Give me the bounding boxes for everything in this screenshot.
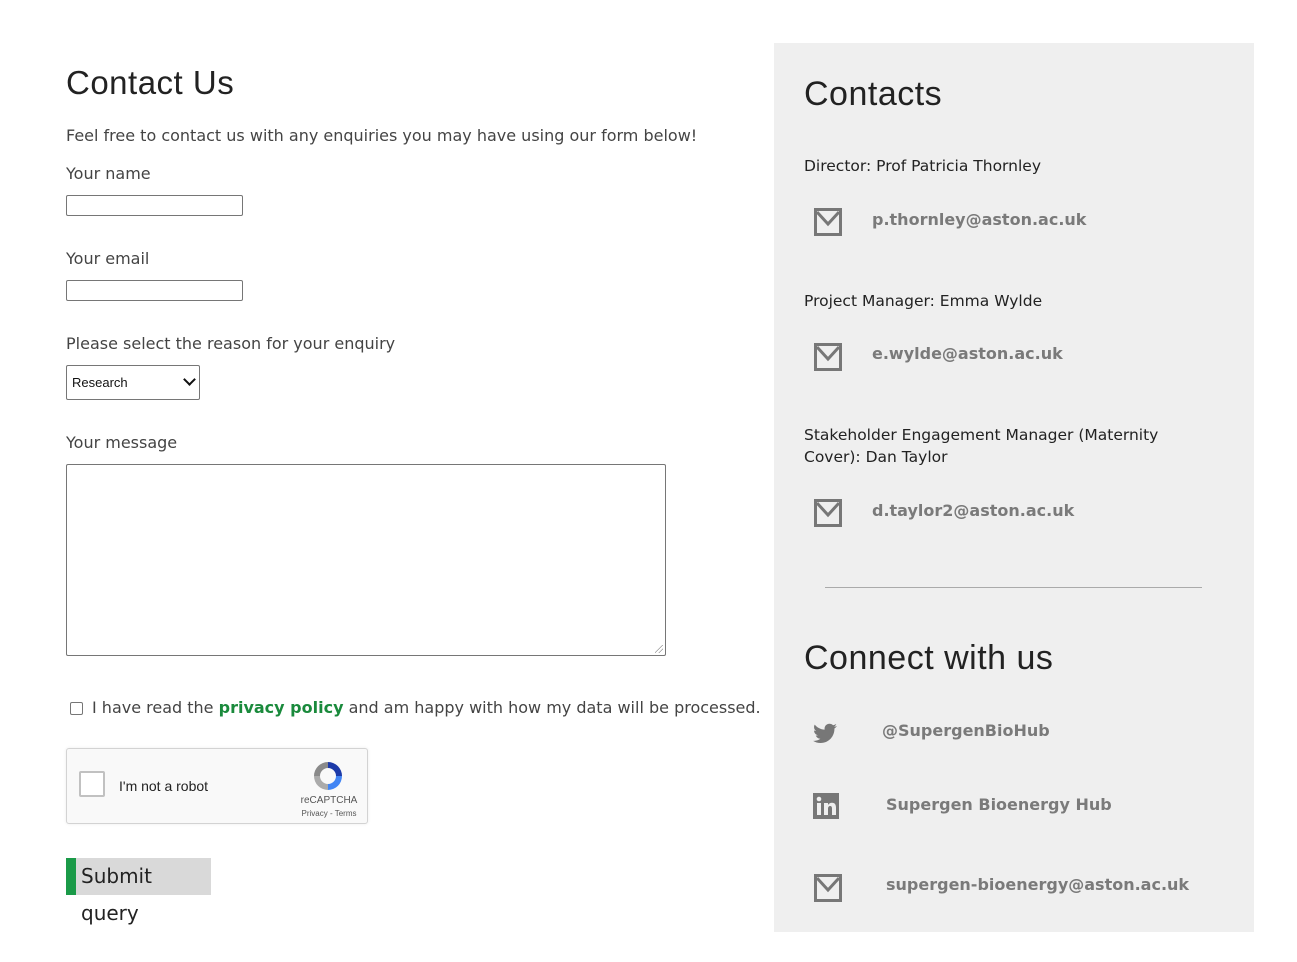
resize-handle-icon[interactable] (655, 645, 663, 653)
recaptcha-label: I'm not a robot (119, 778, 209, 794)
mail-icon (814, 208, 842, 236)
twitter-icon[interactable] (812, 721, 838, 747)
privacy-consent-row: I have read the privacy policy and am ha… (70, 698, 761, 717)
reason-select-value: Research (72, 375, 128, 390)
chevron-down-icon (183, 373, 196, 386)
contact-role-stakeholder-manager: Stakeholder Engagement Manager (Maternit… (804, 426, 1159, 466)
contacts-panel: Contacts Director: Prof Patricia Thornle… (774, 43, 1254, 932)
twitter-link[interactable]: @SupergenBioHub (882, 721, 1050, 740)
page-title: Contact Us (66, 64, 235, 101)
reason-select[interactable]: Research (66, 365, 200, 400)
linkedin-link[interactable]: Supergen Bioenergy Hub (886, 795, 1112, 814)
message-field[interactable] (66, 464, 666, 656)
director-email-link[interactable]: p.thornley@aston.ac.uk (872, 210, 1086, 229)
name-label: Your name (66, 164, 151, 183)
connect-title: Connect with us (804, 639, 1054, 677)
contact-role-project-manager: Project Manager: Emma Wylde (804, 292, 1043, 310)
intro-text: Feel free to contact us with any enquiri… (66, 126, 698, 145)
contacts-title: Contacts (804, 75, 943, 113)
message-label: Your message (66, 433, 178, 452)
privacy-prefix: I have read the (92, 698, 214, 717)
name-field[interactable] (66, 195, 243, 216)
email-label: Your email (66, 249, 150, 268)
recaptcha-brand: reCAPTCHA (300, 795, 358, 806)
recaptcha-logo-icon (314, 762, 342, 790)
linkedin-icon[interactable] (813, 793, 839, 819)
stakeholder-manager-email-link[interactable]: d.taylor2@aston.ac.uk (872, 501, 1074, 520)
recaptcha-checkbox[interactable] (79, 771, 105, 797)
privacy-suffix: and am happy with how my data will be pr… (348, 698, 761, 717)
recaptcha-widget: I'm not a robot reCAPTCHA Privacy - Term… (66, 748, 368, 824)
recaptcha-terms-link[interactable]: Privacy - Terms (295, 809, 363, 818)
mail-icon (814, 343, 842, 371)
privacy-checkbox[interactable] (70, 702, 83, 715)
email-field[interactable] (66, 280, 243, 301)
mail-icon (814, 874, 842, 902)
project-manager-email-link[interactable]: e.wylde@aston.ac.uk (872, 344, 1063, 363)
mail-icon (814, 499, 842, 527)
divider (825, 587, 1202, 588)
general-email-link[interactable]: supergen-bioenergy@aston.ac.uk (886, 875, 1189, 894)
contact-role-director: Director: Prof Patricia Thornley (804, 157, 1041, 175)
reason-label: Please select the reason for your enquir… (66, 334, 396, 353)
privacy-policy-link[interactable]: privacy policy (219, 698, 344, 717)
submit-button[interactable]: Submit query (66, 858, 211, 925)
